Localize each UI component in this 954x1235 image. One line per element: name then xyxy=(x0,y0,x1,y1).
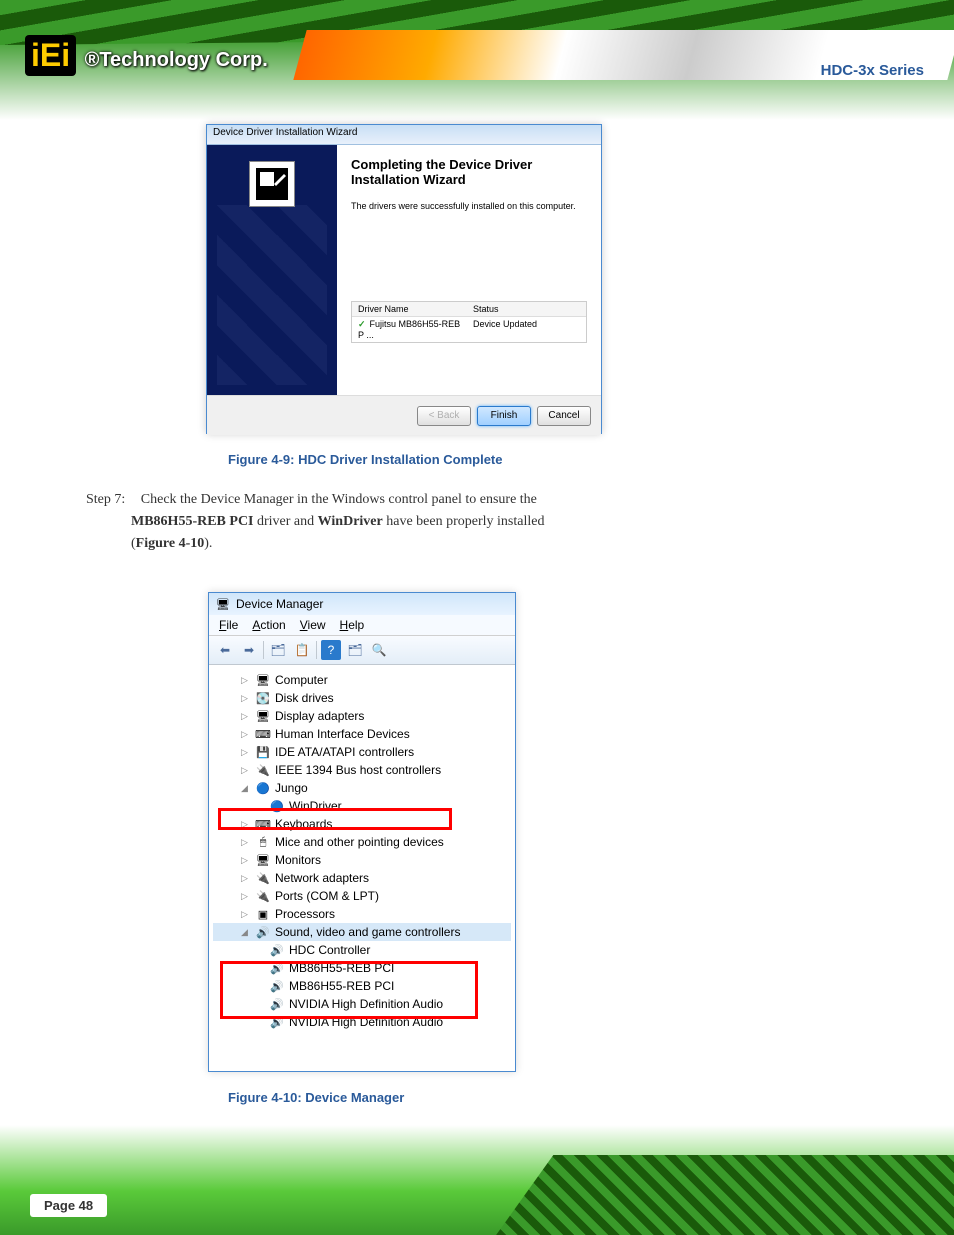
device-manager-window: 🖥 Device Manager File Action View Help ⬅… xyxy=(208,592,516,1072)
brand-tagline: ®Technology Corp. xyxy=(85,49,268,71)
tree-mb86-1[interactable]: 🔊MB86H55-REB PCI xyxy=(213,959,511,977)
devmgr-icon: 🖥 xyxy=(215,596,231,612)
tree-sound[interactable]: ◢🔊Sound, video and game controllers xyxy=(213,923,511,941)
refresh-icon[interactable]: 🔍 xyxy=(369,640,389,660)
bottom-banner: Page 48 xyxy=(0,1125,954,1235)
monitor-icon: 🖥 xyxy=(255,852,271,868)
tree-display[interactable]: ▷🖥Display adapters xyxy=(213,707,511,725)
driver-name: Fujitsu MB86H55-REB P ... xyxy=(358,319,460,340)
doc-title: HDC-3x Series xyxy=(821,62,924,79)
network-icon: 🔌 xyxy=(255,870,271,886)
tree-keyboards[interactable]: ▷⌨Keyboards xyxy=(213,815,511,833)
back-button[interactable]: < Back xyxy=(417,406,471,426)
driver-status: Device Updated xyxy=(467,317,586,342)
tree-ieee1394[interactable]: ▷🔌IEEE 1394 Bus host controllers xyxy=(213,761,511,779)
tree-mice[interactable]: ▷🖱Mice and other pointing devices xyxy=(213,833,511,851)
tree-jungo[interactable]: ◢🔵Jungo xyxy=(213,779,511,797)
help-icon[interactable]: ? xyxy=(321,640,341,660)
audio-icon: 🔊 xyxy=(269,978,285,994)
devmgr-toolbar: ⬅ ➡ 🗂 📋 ? 🗂 🔍 xyxy=(209,636,515,665)
table-row: ✓Fujitsu MB86H55-REB P ... Device Update… xyxy=(352,317,586,342)
brand-logo: iEi xyxy=(25,35,76,76)
step-text-line3: (Figure 4-10). xyxy=(131,536,212,552)
tree-ports[interactable]: ▷🔌Ports (COM & LPT) xyxy=(213,887,511,905)
col-header-name: Driver Name xyxy=(352,302,467,316)
tree-nvidia-1[interactable]: 🔊NVIDIA High Definition Audio xyxy=(213,995,511,1013)
menu-file[interactable]: File xyxy=(219,618,238,632)
mouse-icon: 🖱 xyxy=(255,834,271,850)
menu-help[interactable]: Help xyxy=(340,618,365,632)
devmgr-menubar: File Action View Help xyxy=(209,615,515,636)
audio-icon: 🔊 xyxy=(269,1014,285,1030)
tree-nvidia-2[interactable]: 🔊NVIDIA High Definition Audio xyxy=(213,1013,511,1031)
forward-icon[interactable]: ➡ xyxy=(239,640,259,660)
driver-table: Driver Name Status ✓Fujitsu MB86H55-REB … xyxy=(351,301,587,343)
page-number: Page 48 xyxy=(30,1194,107,1217)
installer-message: The drivers were successfully installed … xyxy=(351,201,587,211)
properties-icon[interactable]: 📋 xyxy=(292,640,312,660)
tree-hid[interactable]: ▷⌨Human Interface Devices xyxy=(213,725,511,743)
installer-sidebar xyxy=(207,145,337,395)
driver-name-bold: MB86H55-REB PCI xyxy=(131,514,254,529)
computer-icon: 🖥 xyxy=(255,672,271,688)
scan-icon[interactable]: 🗂 xyxy=(345,640,365,660)
display-icon: 🖥 xyxy=(255,708,271,724)
installer-window: Device Driver Installation Wizard Comple… xyxy=(206,124,602,434)
installer-title: Device Driver Installation Wizard xyxy=(207,125,601,145)
figure-caption-2: Figure 4-10: Device Manager xyxy=(228,1090,404,1105)
disk-icon: 💽 xyxy=(255,690,271,706)
devmgr-titlebar: 🖥 Device Manager xyxy=(209,593,515,615)
windriver-icon: 🔵 xyxy=(269,798,285,814)
port-icon: 🔌 xyxy=(255,888,271,904)
finish-button[interactable]: Finish xyxy=(477,406,531,426)
step-text-line1: Check the Device Manager in the Windows … xyxy=(141,492,537,507)
logo-area: iEi ®Technology Corp. xyxy=(25,35,268,76)
step-text-line2: MB86H55-REB PCI driver and WinDriver hav… xyxy=(131,514,544,530)
ieee-icon: 🔌 xyxy=(255,762,271,778)
col-header-status: Status xyxy=(467,302,586,316)
tree-ide[interactable]: ▷💾IDE ATA/ATAPI controllers xyxy=(213,743,511,761)
devmgr-tree: ▷🖥Computer ▷💽Disk drives ▷🖥Display adapt… xyxy=(209,665,515,1037)
up-tree-icon[interactable]: 🗂 xyxy=(268,640,288,660)
tree-network[interactable]: ▷🔌Network adapters xyxy=(213,869,511,887)
ide-icon: 💾 xyxy=(255,744,271,760)
tree-hdc-controller[interactable]: 🔊HDC Controller xyxy=(213,941,511,959)
audio-icon: 🔊 xyxy=(269,960,285,976)
keyboard-icon: ⌨ xyxy=(255,816,271,832)
menu-view[interactable]: View xyxy=(300,618,326,632)
tree-processors[interactable]: ▷▣Processors xyxy=(213,905,511,923)
sound-icon: 🔊 xyxy=(255,924,271,940)
tree-windriver[interactable]: 🔵WinDriver xyxy=(213,797,511,815)
audio-icon: 🔊 xyxy=(269,942,285,958)
step-7: Step 7: Check the Device Manager in the … xyxy=(86,492,537,508)
tree-computer[interactable]: ▷🖥Computer xyxy=(213,671,511,689)
step-label: Step 7: xyxy=(86,492,125,507)
top-banner: iEi ®Technology Corp. xyxy=(0,0,954,120)
installer-heading: Completing the Device Driver Installatio… xyxy=(351,157,587,187)
hid-icon: ⌨ xyxy=(255,726,271,742)
devmgr-title-text: Device Manager xyxy=(236,597,323,611)
jungo-icon: 🔵 xyxy=(255,780,271,796)
driver-disk-icon xyxy=(249,161,295,207)
menu-action[interactable]: Action xyxy=(252,618,285,632)
tree-mb86-2[interactable]: 🔊MB86H55-REB PCI xyxy=(213,977,511,995)
tree-monitors[interactable]: ▷🖥Monitors xyxy=(213,851,511,869)
back-icon[interactable]: ⬅ xyxy=(215,640,235,660)
cpu-icon: ▣ xyxy=(255,906,271,922)
cancel-button[interactable]: Cancel xyxy=(537,406,591,426)
check-icon: ✓ xyxy=(358,319,366,329)
tree-disk[interactable]: ▷💽Disk drives xyxy=(213,689,511,707)
audio-icon: 🔊 xyxy=(269,996,285,1012)
figure-caption-1: Figure 4-9: HDC Driver Installation Comp… xyxy=(228,452,503,467)
windriver-bold: WinDriver xyxy=(318,514,383,529)
